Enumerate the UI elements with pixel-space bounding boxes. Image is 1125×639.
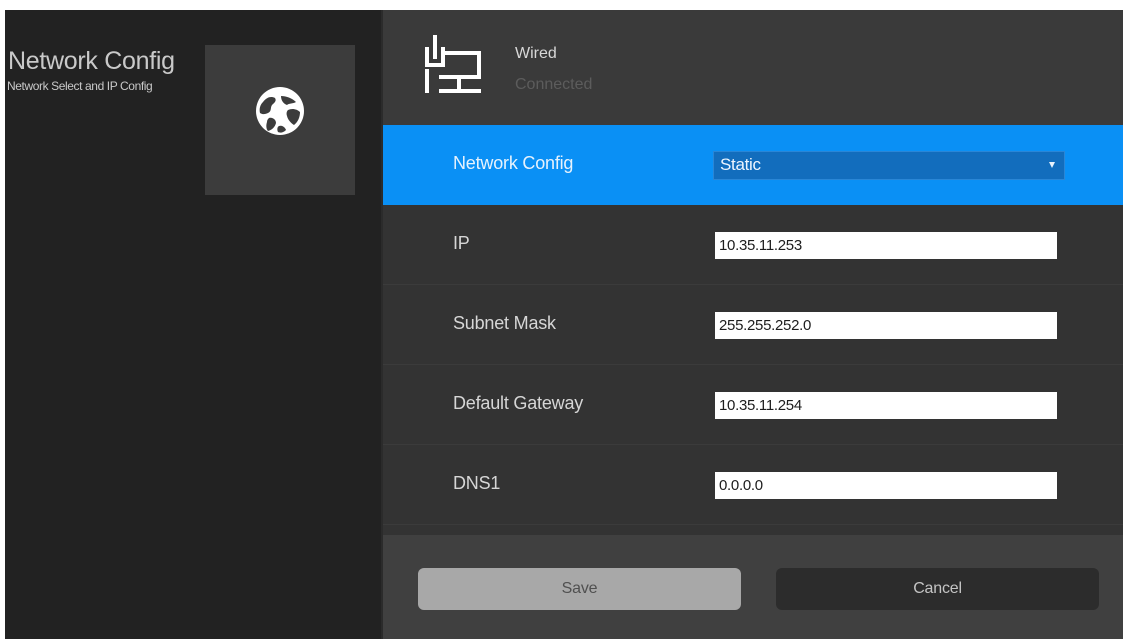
row-subnet-mask: Subnet Mask (383, 285, 1123, 365)
dns1-label: DNS1 (453, 473, 501, 493)
row-network-config: Network Config Static (383, 125, 1123, 205)
ip-input[interactable] (715, 232, 1057, 259)
network-config-select[interactable]: Static (713, 151, 1065, 180)
page-subtitle: Network Select and IP Config (7, 79, 153, 93)
top-strip (0, 0, 1123, 10)
save-button[interactable]: Save (418, 568, 741, 610)
ip-label: IP (453, 233, 470, 253)
dropdown-arrow-icon (1049, 162, 1055, 168)
ip-config-form: Network Config Static IP Subnet Mask Def… (383, 125, 1123, 525)
network-config-value: Static (720, 155, 761, 174)
dns1-input[interactable] (715, 472, 1057, 499)
default-gateway-label: Default Gateway (453, 393, 584, 413)
network-config-app: Network Config Network Select and IP Con… (0, 0, 1125, 639)
network-config-label: Network Config (453, 153, 574, 173)
ethernet-icon (425, 35, 481, 93)
page-title: Network Config (8, 47, 175, 75)
left-panel: Network Config Network Select and IP Con… (5, 10, 381, 639)
connection-status: Connected (515, 76, 593, 93)
row-dns1: DNS1 (383, 445, 1123, 525)
default-gateway-input[interactable] (715, 392, 1057, 419)
row-ip: IP (383, 205, 1123, 285)
right-panel: Wired Connected Network Config Static IP… (383, 10, 1123, 639)
cancel-button[interactable]: Cancel (776, 568, 1099, 610)
subnet-mask-label: Subnet Mask (453, 313, 556, 333)
subnet-mask-input[interactable] (715, 312, 1057, 339)
globe-icon (256, 87, 304, 135)
network-tile[interactable] (205, 45, 355, 195)
connection-name: Wired (515, 45, 557, 62)
row-default-gateway: Default Gateway (383, 365, 1123, 445)
connection-header: Wired Connected (383, 10, 1123, 125)
action-footer: Save Cancel (383, 535, 1123, 639)
